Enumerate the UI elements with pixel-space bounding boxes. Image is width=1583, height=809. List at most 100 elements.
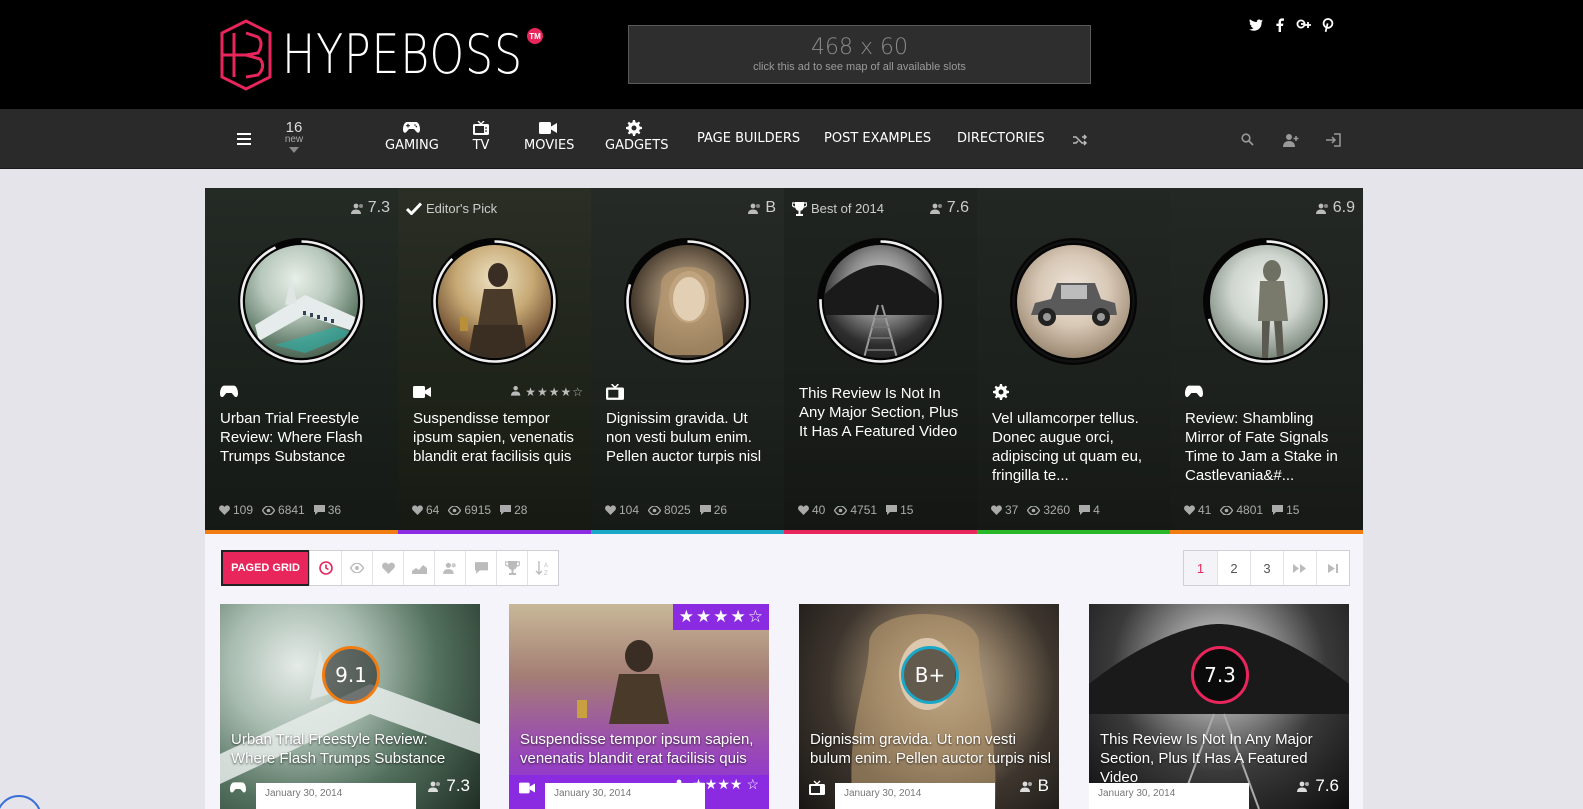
twitter-icon[interactable] [1248, 16, 1264, 34]
last-page-icon[interactable] [1316, 551, 1349, 585]
featured-title[interactable]: Urban Trial Freestyle Review: Where Flas… [220, 409, 390, 466]
comments-stat: 36 [313, 503, 341, 517]
score-value: 7.6 [1315, 776, 1339, 795]
score-value: 7.3 [446, 776, 470, 795]
post-stats: 41 4801 15 [1184, 503, 1299, 517]
grid-card[interactable]: 9.1 Urban Trial Freestyle Review: Where … [220, 604, 480, 809]
pagination: 1 2 3 [1183, 550, 1350, 586]
featured-card[interactable]: Vel ullamcorper tellus. Donec augue orci… [977, 188, 1170, 534]
next-page-icon[interactable] [1283, 551, 1316, 585]
floating-widget[interactable] [0, 795, 42, 809]
ad-size: 468 x 60 [811, 35, 908, 60]
views-count: 6915 [464, 503, 492, 517]
nav-item-gadgets[interactable]: GADGETS [605, 119, 668, 163]
logo-wordmark: HYPEBOSS [282, 23, 523, 86]
star-icon: ★ [696, 607, 712, 626]
grid-card[interactable]: B+ Dignissim gravida. Ut non vesti bulum… [799, 604, 1059, 809]
nav-item-tv[interactable]: TV [469, 119, 493, 163]
featured-card[interactable]: Editor's Pick ★ ★ ★ ★ ☆ Suspendisse tempor i… [398, 188, 591, 534]
comments-count: 26 [713, 503, 728, 517]
video-camera-icon [413, 386, 431, 398]
likes-stat: 64 [412, 503, 439, 517]
featured-card[interactable]: 6.9 Review: Shambling Mirror of Fate Sig… [1170, 188, 1363, 534]
user-score: 6.9 [1315, 199, 1355, 217]
score-ring [433, 240, 556, 363]
star-half-icon: ☆ [747, 607, 763, 626]
pinterest-icon[interactable] [1320, 16, 1336, 34]
video-camera-icon [519, 782, 535, 794]
facebook-icon[interactable] [1272, 16, 1288, 34]
new-posts-counter[interactable]: 16 new [281, 120, 307, 153]
featured-thumbnail[interactable] [1203, 238, 1330, 365]
score-ring [1012, 240, 1135, 363]
sort-alpha-icon[interactable]: AZ [527, 551, 558, 585]
comment-icon[interactable] [465, 551, 496, 585]
page-1-button[interactable]: 1 [1184, 551, 1217, 585]
nav-item-page-builders[interactable]: PAGE BUILDERS [697, 131, 800, 146]
score-value: 7.6 [946, 199, 969, 216]
star-icon: ★ [548, 385, 560, 399]
likes-stat: 109 [219, 503, 253, 517]
random-shuffle-icon[interactable] [1073, 133, 1089, 149]
nav-item-directories[interactable]: DIRECTORIES [957, 131, 1045, 146]
hamburger-menu-icon[interactable] [237, 133, 251, 145]
featured-thumbnail[interactable] [431, 238, 558, 365]
views-stat: 3260 [1027, 503, 1070, 517]
score-ring [240, 240, 363, 363]
post-date: January 30, 2014 [256, 783, 416, 809]
nav-label: GAMING [385, 138, 439, 153]
grid-card[interactable]: 7.3 This Review Is Not In Any Major Sect… [1089, 604, 1349, 809]
featured-card[interactable]: B Dignissim gravida. Ut non vesti bulum … [591, 188, 784, 534]
featured-card[interactable]: 7.3 Urban Trial Freestyle Review: Where … [205, 188, 398, 534]
star-rating: ★ ★ ★ ★ ☆ [672, 604, 769, 630]
search-icon[interactable] [1241, 133, 1254, 149]
post-stats: 37 3260 4 [991, 503, 1100, 517]
grid-card-title[interactable]: Urban Trial Freestyle Review: Where Flas… [231, 730, 476, 768]
featured-thumbnail[interactable] [817, 238, 944, 365]
arrow-down-icon [289, 147, 299, 153]
nav-item-movies[interactable]: MOVIES [524, 119, 574, 163]
views-stat: 4751 [834, 503, 877, 517]
users-icon[interactable] [434, 551, 465, 585]
nav-item-post-examples[interactable]: POST EXAMPLES [824, 131, 931, 146]
page-3-button[interactable]: 3 [1250, 551, 1283, 585]
featured-title[interactable]: Suspendisse tempor ipsum sapien, venenat… [413, 409, 583, 466]
google-plus-icon[interactable] [1296, 16, 1312, 34]
paged-grid-button[interactable]: PAGED GRID [221, 550, 310, 586]
ad-slot[interactable]: 468 x 60 click this ad to see map of all… [628, 25, 1091, 84]
grid-card-footer: January 30, 2014 ★★★★ ☆ [509, 775, 769, 809]
add-user-icon[interactable] [1283, 133, 1299, 150]
grid-card-title[interactable]: Dignissim gravida. Ut non vesti bulum en… [810, 730, 1055, 768]
post-stats: 40 4751 15 [798, 503, 913, 517]
likes-count: 41 [1198, 503, 1212, 517]
new-count: 16 [285, 119, 303, 136]
featured-title[interactable]: This Review Is Not In Any Major Section,… [799, 384, 969, 441]
nav-item-gaming[interactable]: GAMING [385, 119, 439, 163]
editors-pick-badge: Editor's Pick [406, 201, 497, 216]
sign-in-icon[interactable] [1325, 133, 1341, 150]
featured-thumbnail[interactable] [624, 238, 751, 365]
featured-title[interactable]: Vel ullamcorper tellus. Donec augue orci… [992, 409, 1162, 485]
badge-label: Best of 2014 [811, 201, 884, 216]
featured-card[interactable]: Best of 2014 7.6 This Review Is Not In A… [784, 188, 977, 534]
page-2-button[interactable]: 2 [1217, 551, 1250, 585]
chart-icon[interactable] [403, 551, 434, 585]
heart-icon[interactable] [372, 551, 403, 585]
site-logo[interactable]: HYPEBOSS TM [220, 18, 576, 92]
user-score: 7.6 [1297, 776, 1339, 796]
trophy-icon[interactable] [496, 551, 527, 585]
featured-title[interactable]: Dignissim gravida. Ut non vesti bulum en… [606, 409, 776, 466]
likes-count: 40 [812, 503, 826, 517]
user-score: 7.3 [428, 776, 470, 796]
star-empty-icon: ☆ [746, 776, 759, 792]
featured-title[interactable]: Review: Shambling Mirror of Fate Signals… [1185, 409, 1355, 485]
featured-slider: 7.3 Urban Trial Freestyle Review: Where … [205, 188, 1363, 534]
clock-icon[interactable] [310, 551, 341, 585]
grid-card-title[interactable]: Suspendisse tempor ipsum sapien, venenat… [520, 730, 765, 768]
nav-label: TV [472, 138, 490, 153]
eye-icon[interactable] [341, 551, 372, 585]
featured-thumbnail[interactable] [238, 238, 365, 365]
featured-thumbnail[interactable] [1010, 238, 1137, 365]
grid-card[interactable]: ★ ★ ★ ★ ☆ Suspendisse tempor ipsum sapien, v… [509, 604, 769, 809]
user-score: 7.3 [350, 199, 390, 217]
